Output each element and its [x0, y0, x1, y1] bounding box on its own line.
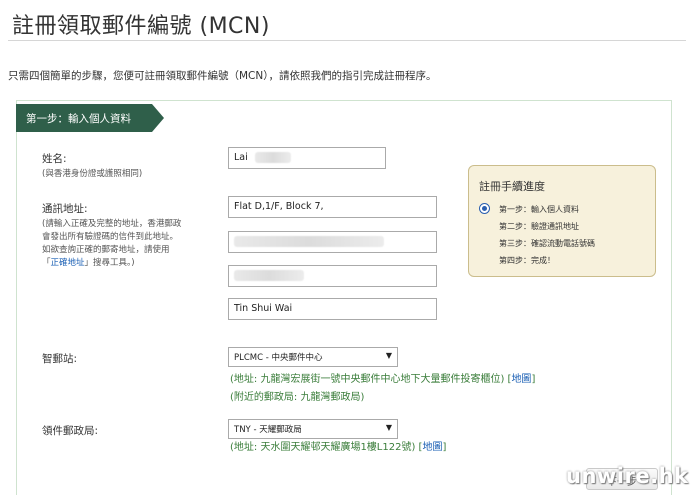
correct-address-link[interactable]: 正確地址 [51, 258, 85, 268]
current-step-radio-icon [479, 203, 490, 214]
post-office-map-link[interactable]: 地圖 [511, 374, 531, 385]
intro-text: 只需四個簡單的步驟，您便可註冊領取郵件編號（MCN），請依照我們的指引完成註冊程… [8, 70, 437, 82]
nearby-post-office-note: (附近的郵政局: 九龍灣郵政局) [230, 392, 365, 403]
address-hint: (請輸入正確及完整的地址，香港郵政會發出所有驗證碼的信件到此地址。 如欲查詢正確… [42, 219, 182, 268]
address-line3-field[interactable] [228, 265, 437, 287]
address-line1-field[interactable]: Flat D,1/F, Block 7, [228, 196, 437, 218]
post-office-label: 智郵站: [42, 353, 78, 365]
progress-step-2: 第二步：驗證通訊地址 [499, 222, 579, 231]
page-title: 註冊領取郵件編號 (MCN) [12, 14, 270, 39]
collection-office-label: 領件郵政局: [42, 425, 99, 437]
post-office-address-note: (地址: 九龍灣宏展街一號中央郵件中心地下大量郵件投寄櫃位) [地圖] [230, 374, 536, 385]
registration-progress-box: 註冊手續進度 第一步：輸入個人資料 第二步：驗證通訊地址 第三步：確認流動電話號… [468, 165, 656, 277]
title-divider [8, 40, 686, 41]
watermark: unwire.hk [566, 464, 689, 488]
chevron-down-icon: ▼ [385, 423, 392, 432]
redacted-name [254, 152, 291, 163]
address-line2-field[interactable] [228, 231, 437, 253]
step-banner-label: 第一步：輸入個人資料 [26, 113, 131, 125]
address-line4-field[interactable]: Tin Shui Wai [228, 298, 437, 320]
name-label: 姓名: [42, 153, 67, 165]
collection-office-map-link[interactable]: 地圖 [422, 442, 442, 453]
collection-office-address-note: (地址: 天水圍天耀邨天耀廣場1樓L122號) [地圖] [230, 442, 447, 453]
progress-step-4: 第四步：完成！ [499, 256, 555, 265]
name-field[interactable]: Lai [228, 147, 386, 169]
name-hint: (與香港身份證或護照相同) [42, 169, 143, 179]
progress-title: 註冊手續進度 [479, 180, 545, 193]
collection-office-select[interactable]: TNY - 天耀郵政局 ▼ [228, 419, 398, 439]
address-label: 通訊地址: [42, 203, 88, 215]
post-office-select[interactable]: PLCMC - 中央郵件中心 ▼ [228, 347, 398, 367]
chevron-down-icon: ▼ [385, 351, 392, 360]
redacted-address [234, 236, 384, 247]
step-banner: 第一步：輸入個人資料 [16, 104, 164, 132]
redacted-address [234, 270, 304, 281]
name-value: Lai [234, 152, 248, 163]
progress-step-1: 第一步：輸入個人資料 [499, 205, 579, 214]
progress-step-3: 第三步：確認流動電話號碼 [499, 239, 595, 248]
